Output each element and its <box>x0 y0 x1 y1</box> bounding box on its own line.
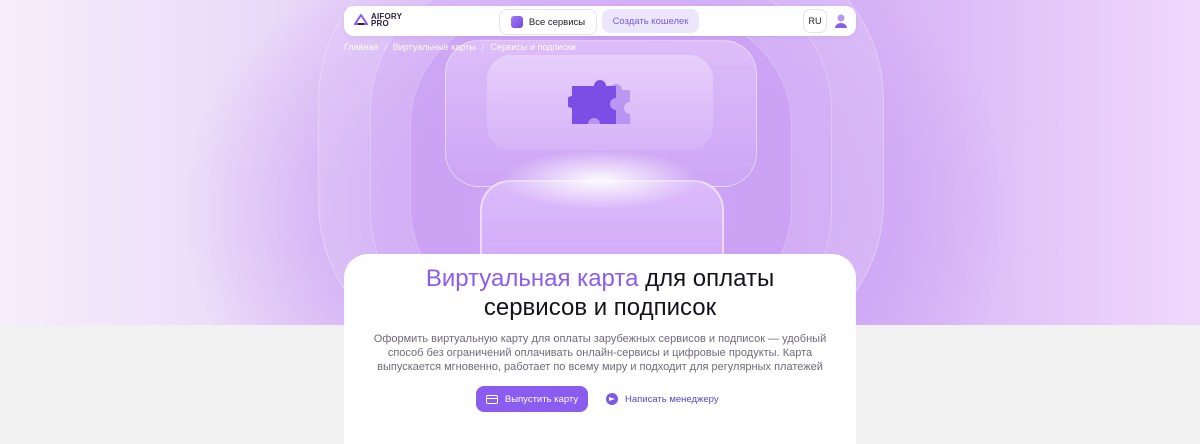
contact-manager-button[interactable]: Написать менеджеру <box>606 386 719 412</box>
telegram-icon <box>606 393 618 405</box>
create-wallet-button[interactable]: Создать кошелек <box>602 9 699 33</box>
title-line-2: сервисов и подписок <box>483 294 717 321</box>
user-icon[interactable] <box>834 13 848 29</box>
all-services-label: Все сервисы <box>528 16 586 28</box>
logo-wordmark: AIFORY PRO <box>371 13 402 28</box>
title-rest: для оплаты <box>638 265 775 292</box>
logo-line-2: PRO <box>371 19 389 28</box>
hero-content-card: Виртуальная карта для оплаты сервисов и … <box>344 254 856 444</box>
breadcrumb-item-current: Сервисы и подписки <box>490 42 576 52</box>
breadcrumb-separator: / <box>481 42 485 52</box>
title-accent: Виртуальная карта <box>425 265 639 292</box>
page-description: Оформить виртуальную карту для оплаты за… <box>373 333 827 373</box>
decor-glow <box>500 150 700 210</box>
contact-manager-label: Написать менеджеру <box>625 393 719 405</box>
brand-logo[interactable]: AIFORY PRO <box>354 13 402 28</box>
credit-card-icon <box>485 394 498 404</box>
issue-card-label: Выпустить карту <box>504 393 579 405</box>
puzzle-icon <box>568 80 630 124</box>
issue-card-button[interactable]: Выпустить карту <box>476 386 588 412</box>
breadcrumb-item-virtual-cards[interactable]: Виртуальные карты <box>393 42 476 52</box>
grid-app-icon <box>510 16 523 28</box>
breadcrumb-item-home[interactable]: Главная <box>344 42 378 52</box>
breadcrumb: Главная / Виртуальные карты / Сервисы и … <box>344 42 576 52</box>
top-navigation-bar: AIFORY PRO Все сервисы Создать кошелек R… <box>344 6 856 36</box>
aifory-logo-icon <box>354 14 368 25</box>
language-selector[interactable]: RU <box>803 9 827 33</box>
page-title: Виртуальная карта для оплаты сервисов и … <box>344 264 856 322</box>
breadcrumb-separator: / <box>384 42 387 52</box>
all-services-button[interactable]: Все сервисы <box>499 9 597 35</box>
